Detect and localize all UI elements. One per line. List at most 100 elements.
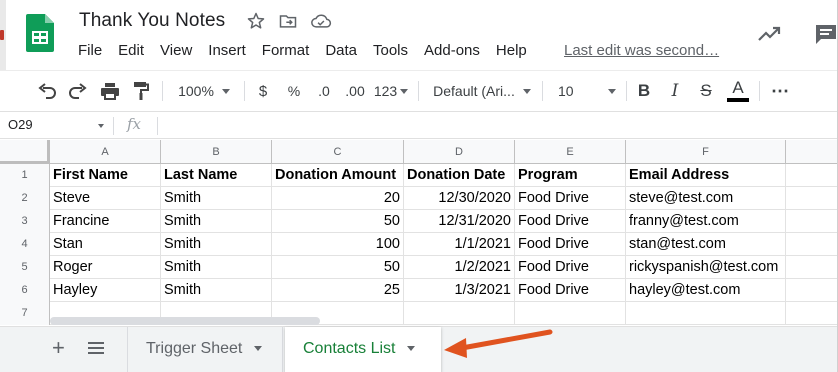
chevron-down-icon[interactable]	[407, 346, 416, 352]
all-sheets-menu-icon[interactable]	[88, 341, 104, 355]
row-header[interactable]: 4	[0, 233, 50, 256]
sheet-tab-contacts-list[interactable]: Contacts List	[285, 327, 441, 372]
cell-b6[interactable]: Smith	[161, 279, 272, 302]
undo-button[interactable]	[34, 71, 60, 111]
cell-f7[interactable]	[626, 302, 786, 325]
cell-a1[interactable]: First Name	[50, 164, 161, 187]
cell-e3[interactable]: Food Drive	[515, 210, 626, 233]
cell-f1[interactable]: Email Address	[626, 164, 786, 187]
cell-f2[interactable]: steve@test.com	[626, 187, 786, 210]
cell-d7[interactable]	[404, 302, 515, 325]
cell-a3[interactable]: Francine	[50, 210, 161, 233]
add-sheet-button[interactable]: +	[52, 335, 65, 361]
row-header[interactable]: 3	[0, 210, 50, 233]
menu-edit[interactable]: Edit	[118, 42, 144, 59]
cell-f4[interactable]: stan@test.com	[626, 233, 786, 256]
menu-view[interactable]: View	[160, 42, 192, 59]
column-header-f[interactable]: F	[626, 140, 786, 164]
column-header-a[interactable]: A	[50, 140, 161, 164]
cell-e5[interactable]: Food Drive	[515, 256, 626, 279]
select-all-corner[interactable]	[0, 140, 50, 164]
more-options-button[interactable]: ⋯	[768, 71, 792, 111]
cell-e4[interactable]: Food Drive	[515, 233, 626, 256]
cell-e6[interactable]: Food Drive	[515, 279, 626, 302]
menu-add-ons[interactable]: Add-ons	[424, 42, 480, 59]
sheets-logo-icon[interactable]	[26, 14, 54, 52]
menu-file[interactable]: File	[78, 42, 102, 59]
column-header-g[interactable]	[786, 140, 838, 164]
italic-button[interactable]: I	[665, 71, 685, 111]
increase-decimal-button[interactable]: .00	[341, 71, 369, 111]
star-icon[interactable]	[246, 11, 266, 31]
cell-b2[interactable]: Smith	[161, 187, 272, 210]
strikethrough-button[interactable]: S	[696, 71, 716, 111]
cell-b4[interactable]: Smith	[161, 233, 272, 256]
cell-e1[interactable]: Program	[515, 164, 626, 187]
column-header-b[interactable]: B	[161, 140, 272, 164]
document-title[interactable]: Thank You Notes	[79, 10, 225, 32]
cell-f6[interactable]: hayley@test.com	[626, 279, 786, 302]
menu-format[interactable]: Format	[262, 42, 310, 59]
cell-a6[interactable]: Hayley	[50, 279, 161, 302]
more-formats-select[interactable]: 123	[371, 71, 411, 111]
cell-d2[interactable]: 12/30/2020	[404, 187, 515, 210]
cell-c4[interactable]: 100	[272, 233, 404, 256]
chevron-down-icon[interactable]	[98, 124, 104, 128]
cell-d1[interactable]: Donation Date	[404, 164, 515, 187]
cell-f5[interactable]: rickyspanish@test.com	[626, 256, 786, 279]
last-edit-link[interactable]: Last edit was second…	[564, 42, 719, 59]
row-header[interactable]: 5	[0, 256, 50, 279]
cell-b3[interactable]: Smith	[161, 210, 272, 233]
currency-format-button[interactable]: $	[252, 71, 274, 111]
title-icons	[246, 11, 332, 31]
row-header[interactable]: 7	[0, 302, 50, 325]
column-header-d[interactable]: D	[404, 140, 515, 164]
cell-b5[interactable]: Smith	[161, 256, 272, 279]
sheet-tab-trigger-sheet[interactable]: Trigger Sheet	[127, 327, 283, 372]
row-header[interactable]: 1	[0, 164, 50, 187]
cell-a5[interactable]: Roger	[50, 256, 161, 279]
print-button[interactable]	[97, 71, 123, 111]
cell-c3[interactable]: 50	[272, 210, 404, 233]
percent-format-button[interactable]: %	[283, 71, 305, 111]
row-header[interactable]: 6	[0, 279, 50, 302]
column-header-e[interactable]: E	[515, 140, 626, 164]
cell-e2[interactable]: Food Drive	[515, 187, 626, 210]
bold-button[interactable]: B	[634, 71, 654, 111]
menu-data[interactable]: Data	[325, 42, 357, 59]
comment-icon[interactable]	[814, 22, 838, 46]
cell-d6[interactable]: 1/3/2021	[404, 279, 515, 302]
toolbar-divider	[244, 81, 245, 101]
cell-c1[interactable]: Donation Amount	[272, 164, 404, 187]
cell-c6[interactable]: 25	[272, 279, 404, 302]
paint-format-button[interactable]	[128, 71, 154, 111]
cell-d3[interactable]: 12/31/2020	[404, 210, 515, 233]
decrease-decimal-button[interactable]: .0	[311, 71, 337, 111]
cell-b1[interactable]: Last Name	[161, 164, 272, 187]
menu-help[interactable]: Help	[496, 42, 527, 59]
menu-insert[interactable]: Insert	[208, 42, 246, 59]
column-header-c[interactable]: C	[272, 140, 404, 164]
name-box[interactable]: O29	[8, 117, 33, 132]
cell-a4[interactable]: Stan	[50, 233, 161, 256]
formula-input[interactable]	[166, 117, 826, 135]
row-header[interactable]: 2	[0, 187, 50, 210]
cell-a2[interactable]: Steve	[50, 187, 161, 210]
cell-c2[interactable]: 20	[272, 187, 404, 210]
cell-d4[interactable]: 1/1/2021	[404, 233, 515, 256]
redo-button[interactable]	[65, 71, 91, 111]
font-size-select[interactable]: 10	[552, 71, 620, 111]
zoom-select[interactable]: 100%	[171, 71, 237, 111]
cell-f3[interactable]: franny@test.com	[626, 210, 786, 233]
move-to-folder-icon[interactable]	[278, 11, 298, 31]
cell-e7[interactable]	[515, 302, 626, 325]
cell-d5[interactable]: 1/2/2021	[404, 256, 515, 279]
horizontal-scrollbar[interactable]	[50, 317, 320, 325]
text-color-button[interactable]: A	[726, 71, 750, 111]
cell-c5[interactable]: 50	[272, 256, 404, 279]
font-family-select[interactable]: Default (Ari...	[430, 71, 534, 111]
chevron-down-icon[interactable]	[254, 346, 263, 352]
menu-tools[interactable]: Tools	[373, 42, 408, 59]
activity-trend-icon[interactable]	[757, 24, 783, 44]
cloud-status-icon[interactable]	[310, 11, 332, 31]
